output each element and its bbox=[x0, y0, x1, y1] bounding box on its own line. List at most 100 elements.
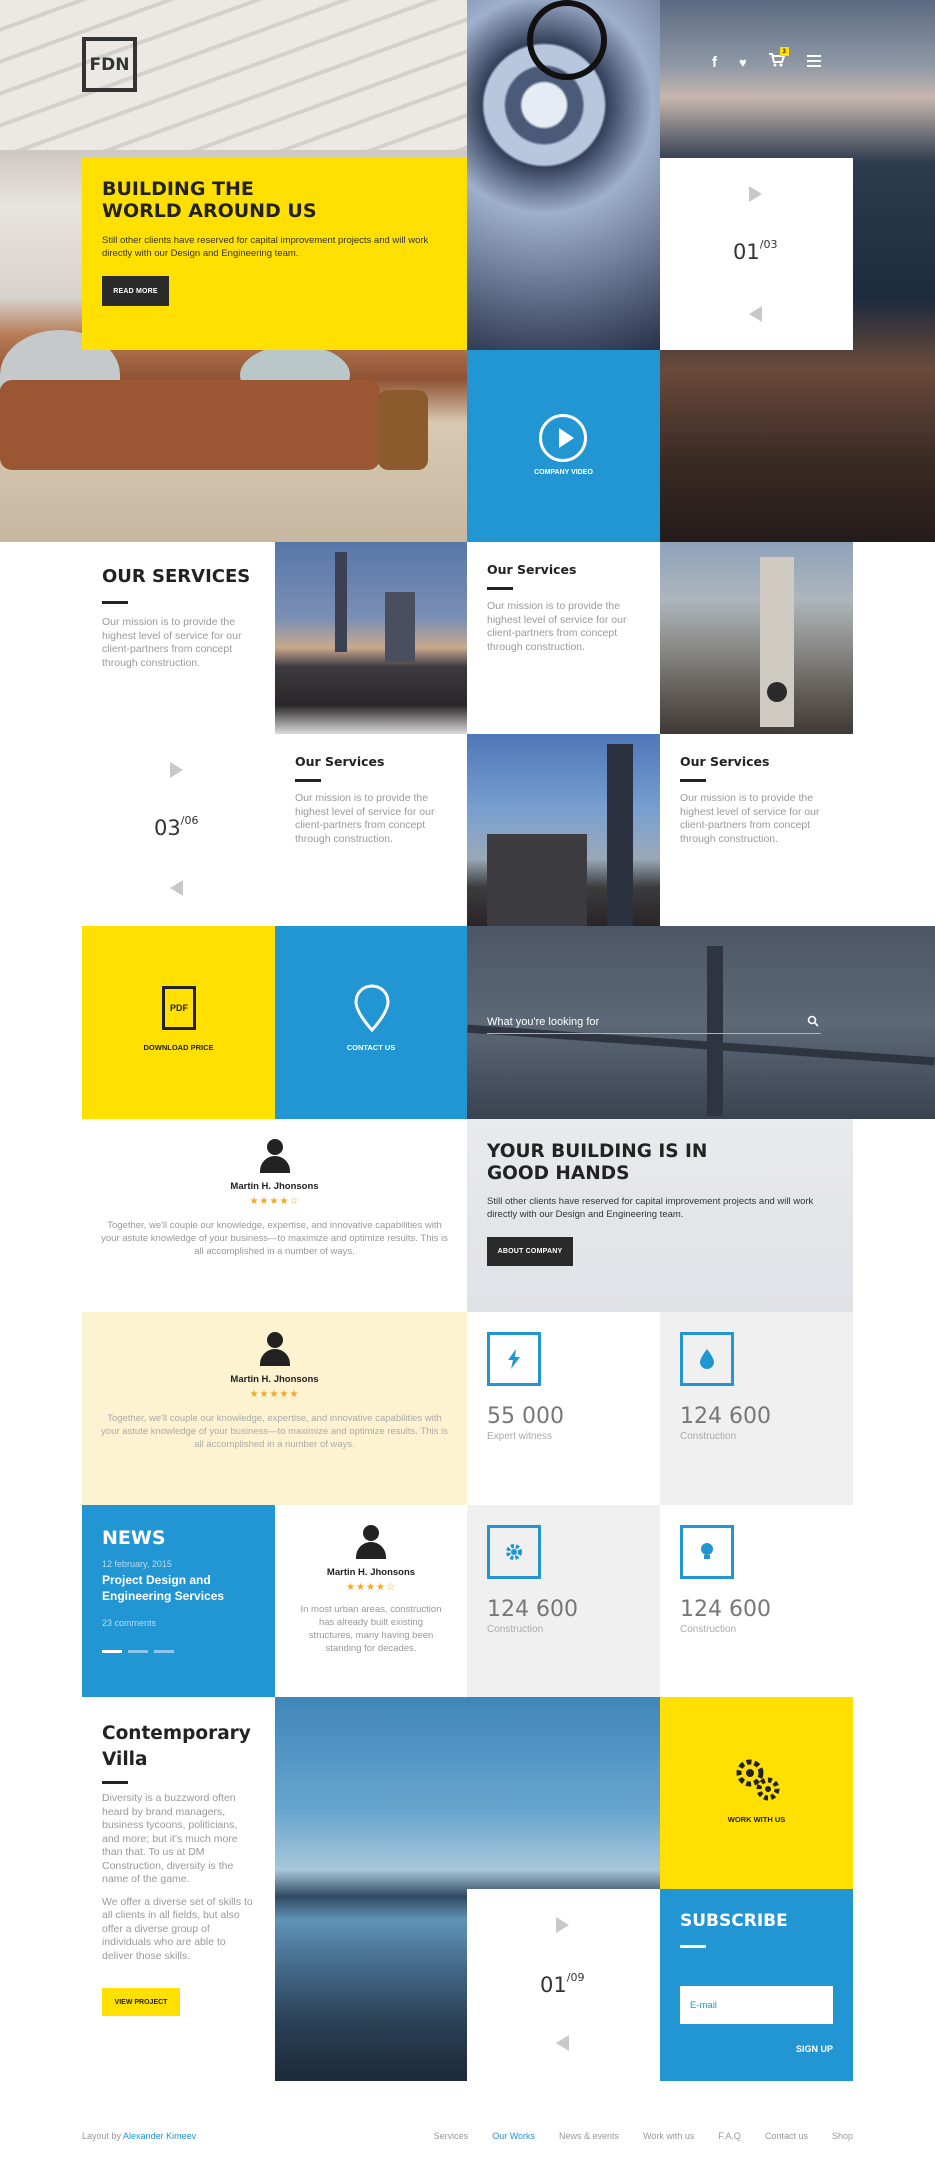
lightning-icon bbox=[487, 1332, 541, 1386]
read-more-button[interactable]: READ MORE bbox=[102, 276, 169, 306]
about-title-line1: YOUR BUILDING IS IN bbox=[487, 1141, 708, 1162]
play-icon[interactable] bbox=[539, 414, 587, 462]
footer-link-our-works[interactable]: Our Works bbox=[492, 2131, 535, 2141]
hero-slider-total: /03 bbox=[759, 238, 778, 251]
hero-yellow-box: BUILDING THE WORLD AROUND US Still other… bbox=[82, 158, 467, 350]
view-project-button[interactable]: VIEW PROJECT bbox=[102, 1988, 180, 2016]
slider-prev-icon[interactable] bbox=[749, 306, 762, 322]
villa-title-line1: Contemporary bbox=[102, 1723, 251, 1744]
stat-card-4: 124 600 Construction bbox=[660, 1505, 853, 1697]
stat-card-2: 124 600 Construction bbox=[660, 1312, 853, 1505]
about-tile: YOUR BUILDING IS IN GOOD HANDS Still oth… bbox=[467, 1119, 853, 1312]
contact-us-tile[interactable]: CONTACT US bbox=[275, 926, 467, 1119]
gears-icon bbox=[732, 1755, 782, 1808]
service-card-1: Our Services Our mission is to provide t… bbox=[467, 542, 660, 734]
footer-credit-prefix: Layout by bbox=[82, 2131, 124, 2141]
work-with-us-tile[interactable]: WORK WITH US bbox=[660, 1697, 853, 1889]
villa-prev-icon[interactable] bbox=[556, 2035, 569, 2051]
contact-us-label: CONTACT US bbox=[346, 1043, 396, 1052]
services-prev-icon[interactable] bbox=[170, 880, 183, 896]
hero-slider-current: 01 bbox=[733, 240, 760, 264]
testimonial-2-name: Martin H. Jhonsons bbox=[230, 1374, 319, 1385]
stat-4-value: 124 600 bbox=[680, 1597, 771, 1622]
footer-link-contact[interactable]: Contact us bbox=[765, 2131, 808, 2141]
facebook-icon[interactable]: f bbox=[712, 54, 717, 71]
pdf-icon-label: PDF bbox=[170, 1003, 188, 1013]
services-slider-counter: 03/06 bbox=[154, 814, 199, 840]
services-intro: OUR SERVICES Our mission is to provide t… bbox=[82, 542, 275, 734]
subscribe-title: SUBSCRIBE bbox=[680, 1911, 788, 1931]
email-field[interactable]: E-mail bbox=[680, 1986, 833, 2024]
villa-paragraph-1: Diversity is a buzzword often heard by b… bbox=[102, 1792, 238, 1885]
hero-title-line2: WORLD AROUND US bbox=[102, 200, 317, 222]
service-card-2-title: Our Services bbox=[295, 754, 385, 769]
avatar-icon bbox=[356, 1525, 386, 1559]
footer-link-services[interactable]: Services bbox=[434, 2131, 469, 2141]
footer-link-shop[interactable]: Shop bbox=[832, 2131, 853, 2141]
subscribe-tile: SUBSCRIBE E-mail SIGN UP bbox=[660, 1889, 853, 2081]
cart-icon[interactable]: 3 bbox=[768, 47, 789, 71]
about-text: Still other clients have reserved for ca… bbox=[487, 1196, 814, 1220]
work-with-us-label: WORK WITH US bbox=[727, 1815, 786, 1824]
news-dot[interactable] bbox=[154, 1650, 174, 1653]
drop-icon bbox=[680, 1332, 734, 1386]
services-title-underline bbox=[102, 601, 128, 604]
footer: Layout by Alexander Kimeev Services Our … bbox=[82, 2128, 853, 2144]
menu-icon[interactable] bbox=[806, 54, 821, 71]
service-card-1-title: Our Services bbox=[487, 562, 577, 577]
search-icon[interactable] bbox=[807, 1014, 819, 1032]
logo-text: FDN bbox=[89, 54, 130, 75]
city-night-image bbox=[275, 542, 467, 734]
stat-1-value: 55 000 bbox=[487, 1404, 564, 1429]
email-input[interactable]: E-mail bbox=[690, 2000, 717, 2011]
about-title-line2: GOOD HANDS bbox=[487, 1163, 630, 1184]
footer-nav: Services Our Works News & events Work wi… bbox=[434, 2131, 853, 2141]
service-card-2: Our Services Our mission is to provide t… bbox=[275, 734, 467, 926]
gear-icon bbox=[487, 1525, 541, 1579]
services-slider: 03/06 bbox=[82, 734, 275, 926]
bulb-icon bbox=[680, 1525, 734, 1579]
hero-title-line1: BUILDING THE bbox=[102, 178, 254, 200]
avatar-icon bbox=[259, 1332, 290, 1366]
footer-credit-name[interactable]: Alexander Kimeev bbox=[123, 2131, 196, 2141]
search-input[interactable]: What you're looking for bbox=[487, 1016, 599, 1028]
footer-link-faq[interactable]: F.A.Q bbox=[718, 2131, 741, 2141]
footer-credit: Layout by Alexander Kimeev bbox=[82, 2131, 196, 2141]
download-price-tile[interactable]: PDF DOWNLOAD PRICE bbox=[82, 926, 275, 1119]
villa-slider-box: 01/09 bbox=[467, 1889, 660, 2081]
download-price-label: DOWNLOAD PRICE bbox=[143, 1043, 214, 1052]
stat-2-label: Construction bbox=[680, 1431, 737, 1442]
news-dot[interactable] bbox=[128, 1650, 148, 1653]
company-video-tile[interactable]: COMPANY VIDEO bbox=[467, 350, 660, 542]
villa-slider-total: /09 bbox=[566, 1971, 585, 1984]
hero-slider-box: 01/03 bbox=[660, 158, 853, 350]
hero-chandelier-image bbox=[467, 0, 660, 350]
news-headline[interactable]: Project Design and Engineering Services bbox=[102, 1572, 255, 1604]
stat-3-label: Construction bbox=[487, 1624, 544, 1635]
stat-3-value: 124 600 bbox=[487, 1597, 578, 1622]
slider-next-icon[interactable] bbox=[749, 186, 762, 202]
villa-title-underline bbox=[102, 1781, 128, 1784]
service-card-1-underline bbox=[487, 587, 513, 590]
services-intro-text: Our mission is to provide the highest le… bbox=[102, 616, 242, 669]
stat-card-3: 124 600 Construction bbox=[467, 1505, 660, 1697]
services-next-icon[interactable] bbox=[170, 762, 183, 778]
news-tile[interactable]: NEWS 12 february, 2015 Project Design an… bbox=[82, 1505, 275, 1697]
villa-next-icon[interactable] bbox=[556, 1917, 569, 1933]
footer-link-news[interactable]: News & events bbox=[559, 2131, 619, 2141]
news-dot-active[interactable] bbox=[102, 1650, 122, 1653]
sign-up-button[interactable]: SIGN UP bbox=[680, 2044, 833, 2054]
twitter-icon[interactable]: ♥ bbox=[739, 55, 747, 70]
stat-2-value: 124 600 bbox=[680, 1404, 771, 1429]
footer-link-work-with-us[interactable]: Work with us bbox=[643, 2131, 694, 2141]
location-pin-icon bbox=[354, 984, 390, 1037]
about-company-button[interactable]: ABOUT COMPANY bbox=[487, 1237, 573, 1266]
testimonial-1-stars: ★★★★☆ bbox=[249, 1196, 300, 1207]
header-icons: f ♥ 3 bbox=[712, 47, 821, 71]
search-field[interactable]: What you're looking for bbox=[487, 1012, 821, 1034]
villa-text-tile: Contemporary Villa Diversity is a buzzwo… bbox=[82, 1697, 275, 2081]
stat-1-label: Expert witness bbox=[487, 1431, 553, 1442]
hero-slider-counter: 01/03 bbox=[733, 238, 778, 264]
services-slider-total: /06 bbox=[180, 814, 199, 827]
logo[interactable]: FDN bbox=[82, 37, 137, 92]
